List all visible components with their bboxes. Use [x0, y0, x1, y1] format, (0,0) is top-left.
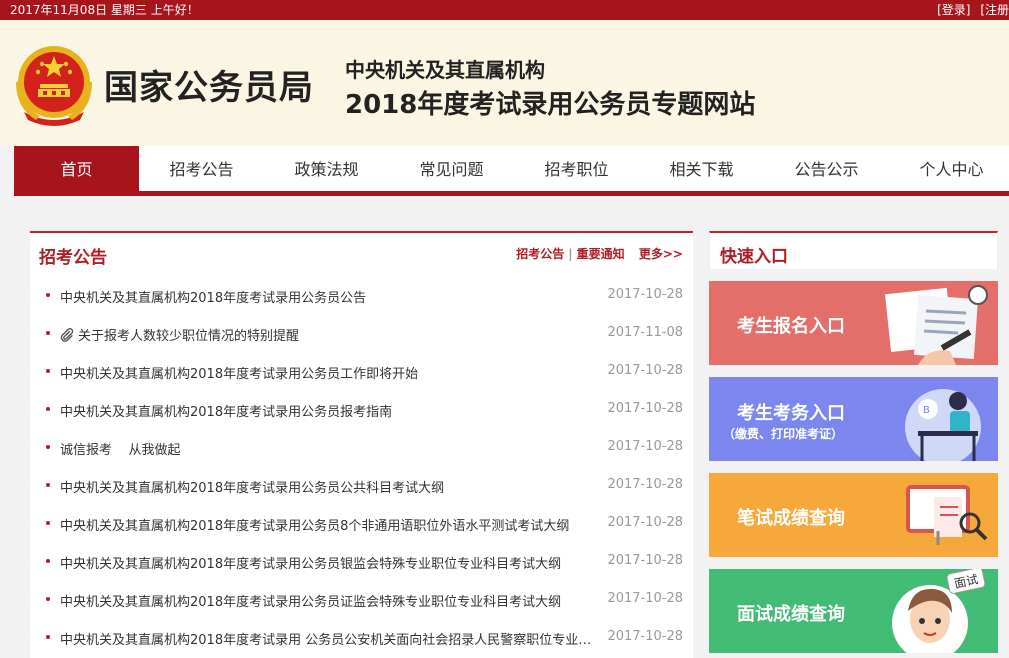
bullet-icon [46, 559, 50, 563]
announcement-link[interactable]: 中央机关及其直属机构2018年度考试录用公务员公告 [60, 287, 366, 306]
svg-text:B: B [923, 405, 930, 416]
main-nav: 首页 招考公告 政策法规 常见问题 招考职位 相关下载 公告公示 个人中心 [14, 146, 1009, 196]
bullet-icon [46, 635, 50, 639]
registration-entry-label: 考生报名入口 [737, 316, 845, 337]
tab-important-notices[interactable]: 重要通知 [577, 247, 625, 261]
announcements-title: 招考公告 [39, 248, 107, 268]
exam-affairs-entry-label: 考生考务入口 [737, 403, 845, 424]
announcement-link[interactable]: 中央机关及其直属机构2018年度考试录用公务员8个非通用语职位外语水平测试考试大… [60, 515, 569, 534]
bullet-icon [46, 331, 50, 335]
date-greeting: 2017年11月08日 星期三 上午好！ [10, 3, 199, 17]
bullet-icon [46, 483, 50, 487]
announcement-date: 2017-10-28 [607, 439, 683, 454]
list-item: 中央机关及其直属机构2018年度考试录用公务员工作即将开始 2017-10-28 [30, 353, 693, 391]
announcement-link[interactable]: 中央机关及其直属机构2018年度考试录用公务员证监会特殊专业职位专业科目考试大纲 [60, 591, 561, 610]
auth-links: [登录] [注册 [937, 0, 1009, 20]
announcement-link[interactable]: 关于报考人数较少职位情况的特别提醒 [78, 329, 299, 344]
list-item: 诚信报考 从我做起 2017-10-28 [30, 429, 693, 467]
list-item: 中央机关及其直属机构2018年度考试录用公务员报考指南 2017-10-28 [30, 391, 693, 429]
announcement-date: 2017-10-28 [607, 363, 683, 378]
bullet-icon [46, 521, 50, 525]
exam-affairs-entry-sublabel: （缴费、打印准考证） [723, 427, 844, 441]
site-subtitle-2: 2018年度考试录用公务员专题网站 [345, 90, 756, 120]
announcement-date: 2017-10-28 [607, 629, 683, 644]
announcement-link[interactable]: 中央机关及其直属机构2018年度考试录用公务员报考指南 [60, 401, 392, 420]
site-subtitle-1: 中央机关及其直属机构 [345, 58, 545, 82]
announcement-date: 2017-10-28 [607, 553, 683, 568]
announcement-date: 2017-10-28 [607, 477, 683, 492]
student-at-desk-icon: B [905, 389, 981, 461]
nav-faq[interactable]: 常见问题 [389, 146, 514, 191]
nav-home[interactable]: 首页 [14, 146, 139, 191]
announcement-date: 2017-10-28 [607, 287, 683, 302]
announcement-date: 2017-10-28 [607, 591, 683, 606]
bullet-icon [46, 293, 50, 297]
written-score-query-button[interactable]: 笔试成绩查询 [709, 473, 998, 557]
tab-announcements[interactable]: 招考公告 [516, 247, 564, 261]
more-link[interactable]: 更多>> [639, 247, 683, 261]
announcement-link[interactable]: 诚信报考 从我做起 [60, 439, 181, 458]
announcement-date: 2017-10-28 [607, 515, 683, 530]
list-item: 中央机关及其直属机构2018年度考试录用公务员银监会特殊专业职位专业科目考试大纲… [30, 543, 693, 581]
nav-positions[interactable]: 招考职位 [514, 146, 639, 191]
list-item: 中央机关及其直属机构2018年度考试录用 公务员公安机关面向社会招录人民警察职位… [30, 619, 693, 657]
national-emblem-icon [16, 46, 92, 126]
announcements-panel: 招考公告 招考公告 | 重要通知 更多>> 中央机关及其直属机构2018年度考试录用… [30, 231, 693, 658]
announcement-link[interactable]: 中央机关及其直属机构2018年度考试录用公务员银监会特殊专业职位专业科目考试大纲 [60, 553, 561, 572]
announcement-link[interactable]: 中央机关及其直属机构2018年度考试录用公务员公共科目考试大纲 [60, 477, 444, 496]
nav-announcements[interactable]: 招考公告 [139, 146, 264, 191]
list-item: 中央机关及其直属机构2018年度考试录用公务员8个非通用语职位外语水平测试考试大… [30, 505, 693, 543]
score-report-icon [906, 485, 988, 545]
site-title: 国家公务员局 [104, 68, 314, 108]
site-header: 国家公务员局 中央机关及其直属机构 2018年度考试录用公务员专题网站 [0, 20, 1009, 146]
nav-personal-center[interactable]: 个人中心 [889, 146, 1009, 191]
announcement-link[interactable]: 中央机关及其直属机构2018年度考试录用 公务员公安机关面向社会招录人民警察职位… [60, 629, 591, 648]
paperclip-icon [60, 328, 74, 342]
interview-person-icon: 面试 [892, 569, 986, 653]
nav-downloads[interactable]: 相关下载 [639, 146, 764, 191]
quick-entry-title: 快速入口 [720, 247, 788, 267]
register-link[interactable]: [注册 [980, 3, 1009, 17]
bullet-icon [46, 407, 50, 411]
announcement-link[interactable]: 中央机关及其直属机构2018年度考试录用公务员工作即将开始 [60, 363, 418, 382]
interview-score-query-button[interactable]: 面试 面试成绩查询 [709, 569, 998, 653]
bullet-icon [46, 445, 50, 449]
list-item: 中央机关及其直属机构2018年度考试录用公务员公告 2017-10-28 [30, 277, 693, 315]
announcement-date: 2017-11-08 [607, 325, 683, 340]
quick-entry-header: 快速入口 [709, 231, 998, 269]
top-bar: 2017年11月08日 星期三 上午好！ [登录] [注册 [0, 0, 1009, 20]
registration-entry-button[interactable]: 考生报名入口 [709, 281, 998, 365]
announcement-list: 中央机关及其直属机构2018年度考试录用公务员公告 2017-10-28 关于报… [30, 277, 693, 657]
bullet-icon [46, 597, 50, 601]
announcements-tabs: 招考公告 | 重要通知 更多>> [516, 247, 683, 261]
list-item: 中央机关及其直属机构2018年度考试录用公务员证监会特殊专业职位专业科目考试大纲… [30, 581, 693, 619]
application-form-icon [885, 285, 988, 365]
announcement-date: 2017-10-28 [607, 401, 683, 416]
list-item: 中央机关及其直属机构2018年度考试录用公务员公共科目考试大纲 2017-10-… [30, 467, 693, 505]
interview-score-query-label: 面试成绩查询 [737, 604, 845, 625]
announcement-row-title: 关于报考人数较少职位情况的特别提醒 [60, 325, 299, 344]
written-score-query-label: 笔试成绩查询 [737, 508, 845, 529]
exam-affairs-entry-button[interactable]: B 考生考务入口 （缴费、打印准考证） [709, 377, 998, 461]
login-link[interactable]: [登录] [937, 3, 970, 17]
list-item: 关于报考人数较少职位情况的特别提醒 2017-11-08 [30, 315, 693, 353]
nav-policies[interactable]: 政策法规 [264, 146, 389, 191]
nav-notices[interactable]: 公告公示 [764, 146, 889, 191]
bullet-icon [46, 369, 50, 373]
